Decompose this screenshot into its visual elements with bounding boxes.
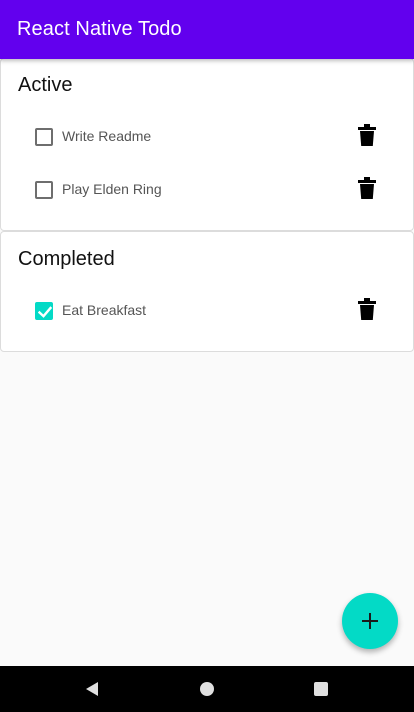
app-screen: React Native Todo Active Write Readme Pl… (0, 0, 414, 712)
todo-item: Write Readme (1, 117, 413, 157)
recents-square-icon[interactable] (313, 681, 329, 697)
home-circle-icon[interactable] (199, 681, 215, 697)
add-todo-fab[interactable] (342, 593, 398, 649)
back-triangle-icon[interactable] (84, 681, 100, 697)
todo-item: Eat Breakfast (1, 291, 413, 331)
section-title-active: Active (18, 74, 73, 96)
todo-label: Eat Breakfast (62, 302, 147, 318)
completed-section-card: Completed Eat Breakfast (0, 231, 414, 352)
todo-label: Write Readme (62, 128, 152, 144)
trash-icon[interactable] (358, 298, 376, 320)
todo-checkbox[interactable] (35, 181, 53, 199)
trash-icon[interactable] (358, 124, 376, 146)
todo-checkbox-checked[interactable] (35, 302, 53, 320)
trash-icon[interactable] (358, 177, 376, 199)
system-nav-bar (0, 666, 414, 712)
checkmark-icon (38, 306, 52, 318)
plus-icon (362, 613, 378, 629)
section-title-completed: Completed (18, 248, 115, 270)
todo-checkbox[interactable] (35, 128, 53, 146)
todo-item: Play Elden Ring (1, 170, 413, 210)
todo-label: Play Elden Ring (62, 181, 162, 197)
app-bar: React Native Todo (0, 0, 414, 59)
app-title: React Native Todo (17, 18, 182, 40)
active-section-card: Active Write Readme Play Elden Ring (0, 58, 414, 231)
